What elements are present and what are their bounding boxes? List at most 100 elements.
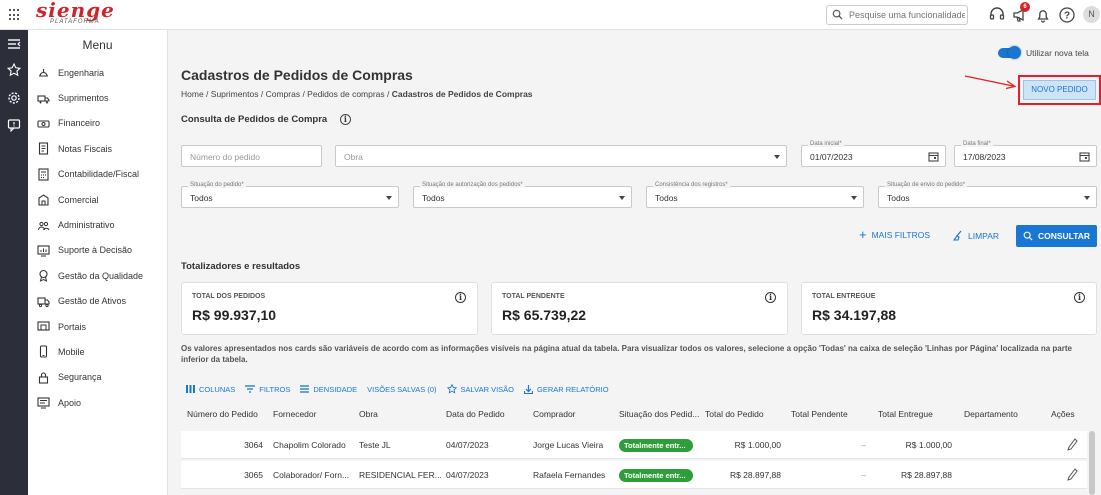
breadcrumb-suprimentos[interactable]: Suprimentos xyxy=(211,89,259,99)
menu-item-mobile[interactable]: Mobile xyxy=(28,339,167,364)
consulta-title: Consulta de Pedidos de Compra i xyxy=(181,114,351,125)
menu-item-gestao-da-qualidade[interactable]: Gestão da Qualidade xyxy=(28,263,167,288)
table-toolbar: COLUNAS FILTROS DENSIDADE VISÕES SALVAS … xyxy=(186,384,619,394)
info-icon[interactable]: i xyxy=(455,292,466,303)
col-total[interactable]: Total do Pedido xyxy=(705,409,764,419)
menu-item-apoio[interactable]: Apoio xyxy=(28,390,167,415)
table-row[interactable]: 3064 Chapolim Colorado Teste JL 04/07/20… xyxy=(181,431,1087,459)
apps-grid-icon[interactable] xyxy=(9,9,21,21)
col-obra[interactable]: Obra xyxy=(359,409,378,419)
bell-icon[interactable] xyxy=(1034,6,1052,24)
settings-icon[interactable] xyxy=(7,91,21,105)
gerar-relatorio-button[interactable]: GERAR RELATÓRIO xyxy=(524,384,609,394)
new-screen-toggle[interactable]: Utilizar nova tela xyxy=(998,46,1089,59)
col-pendente[interactable]: Total Pendente xyxy=(791,409,848,419)
menu-item-suprimentos[interactable]: Suprimentos xyxy=(28,85,167,110)
col-entregue[interactable]: Total Entregue xyxy=(878,409,933,419)
arrow-annotation-icon xyxy=(964,75,1017,90)
situacao-pedido-select[interactable]: Situação do pedido* Todos xyxy=(181,182,399,208)
autorizacao-value: Todos xyxy=(422,193,445,203)
col-comprador[interactable]: Comprador xyxy=(533,409,576,419)
card-value: R$ 65.739,22 xyxy=(502,307,587,323)
col-numero[interactable]: Número do Pedido xyxy=(187,409,258,419)
svg-text:?: ? xyxy=(1064,11,1070,22)
col-data[interactable]: Data do Pedido xyxy=(446,409,505,419)
cell-fornecedor: Chapolim Colorado xyxy=(273,440,346,450)
cell-total: R$ 28.897,88 xyxy=(729,470,781,480)
menu-item-label: Comercial xyxy=(58,194,99,205)
logo[interactable]: sienge PLATAFORMA xyxy=(36,0,115,25)
menu-collapse-icon[interactable] xyxy=(7,37,21,51)
menu-item-engenharia[interactable]: Engenharia xyxy=(28,60,167,85)
menu-item-label: Suporte à Decisão xyxy=(58,245,133,256)
autorizacao-select[interactable]: Situação de autorização dos pedidos* Tod… xyxy=(413,182,632,208)
breadcrumb-home[interactable]: Home xyxy=(181,89,204,99)
breadcrumb-pedidos[interactable]: Pedidos de compras xyxy=(307,89,385,99)
consultar-button[interactable]: CONSULTAR xyxy=(1016,225,1097,247)
numero-pedido-placeholder: Número do pedido xyxy=(190,152,260,162)
medal-icon xyxy=(39,270,48,283)
data-inicial-field[interactable]: Data inicial* 01/07/2023 xyxy=(801,141,946,167)
info-icon[interactable]: i xyxy=(339,114,351,125)
chevron-down-icon xyxy=(386,196,392,200)
menu-item-suporte-a-decisao[interactable]: Suporte à Decisão xyxy=(28,238,167,263)
novo-pedido-button[interactable]: NOVO PEDIDO xyxy=(1023,80,1096,100)
menu-item-seguranca[interactable]: Segurança xyxy=(28,365,167,390)
col-departamento[interactable]: Departamento xyxy=(964,409,1018,419)
status-badge: Totalmente entr... xyxy=(619,469,693,482)
densidade-button[interactable]: DENSIDADE xyxy=(300,384,357,394)
col-situacao[interactable]: Situação dos Pedid... xyxy=(619,409,699,419)
filtros-button[interactable]: FILTROS xyxy=(245,384,290,394)
menu-item-administrativo[interactable]: Administrativo xyxy=(28,212,167,237)
consistencia-select[interactable]: Consistência dos registros* Todos xyxy=(646,182,864,208)
menu-item-contabilidade-fiscal[interactable]: Contabilidade/Fiscal xyxy=(28,162,167,187)
headset-icon[interactable] xyxy=(988,6,1006,24)
menu-item-label: Financeiro xyxy=(58,118,101,129)
table-row[interactable]: 3065 Colaborador/ Forn... RESIDENCIAL FE… xyxy=(181,461,1087,489)
menu-item-notas-fiscais[interactable]: Notas Fiscais xyxy=(28,136,167,161)
breadcrumb-compras[interactable]: Compras xyxy=(266,89,300,99)
visoes-salvas-button[interactable]: VISÕES SALVAS (0) xyxy=(367,384,436,394)
mais-filtros-button[interactable]: + MAIS FILTROS xyxy=(859,228,930,241)
filter-icon xyxy=(245,385,256,393)
obra-placeholder: Obra xyxy=(344,152,363,162)
menu-item-label: Suprimentos xyxy=(58,93,109,104)
toggle-switch[interactable] xyxy=(998,46,1021,59)
salvar-visao-button[interactable]: SALVAR VISÃO xyxy=(446,384,515,394)
data-final-field[interactable]: Data final* 17/08/2023 xyxy=(954,141,1097,167)
densidade-label: DENSIDADE xyxy=(313,384,358,394)
search-input[interactable] xyxy=(849,8,965,22)
colunas-label: COLUNAS xyxy=(199,384,236,394)
envio-select[interactable]: Situação de envio do pedido* Todos xyxy=(878,182,1097,208)
edit-icon[interactable] xyxy=(1067,468,1078,481)
limpar-button[interactable]: LIMPAR xyxy=(952,230,999,241)
help-icon[interactable]: ? xyxy=(1058,6,1076,24)
mobile-icon xyxy=(39,345,48,359)
calendar-icon[interactable] xyxy=(928,151,939,162)
limpar-label: LIMPAR xyxy=(968,230,1000,241)
obra-select[interactable]: Obra xyxy=(335,145,787,167)
edit-icon[interactable] xyxy=(1067,438,1078,451)
avatar[interactable]: N xyxy=(1083,6,1100,23)
col-fornecedor[interactable]: Fornecedor xyxy=(273,409,316,419)
card-value: R$ 99.937,10 xyxy=(192,307,277,323)
calendar-icon[interactable] xyxy=(1079,151,1090,162)
menu-item-gestao-de-ativos[interactable]: Gestão de Ativos xyxy=(28,289,167,314)
info-icon[interactable]: i xyxy=(1074,292,1085,303)
menu-item-label: Segurança xyxy=(58,372,102,383)
salvar-label: SALVAR VISÃO xyxy=(460,384,515,394)
menu-item-financeiro[interactable]: Financeiro xyxy=(28,111,167,136)
menu-item-portais[interactable]: Portais xyxy=(28,314,167,339)
colunas-button[interactable]: COLUNAS xyxy=(186,384,235,394)
menu-item-comercial[interactable]: Comercial xyxy=(28,187,167,212)
search-icon xyxy=(1023,231,1033,241)
table-scrollbar[interactable] xyxy=(1089,431,1095,495)
numero-pedido-input[interactable]: Número do pedido xyxy=(181,145,322,167)
menu-title: Menu xyxy=(82,38,113,52)
cell-total: R$ 1.000,00 xyxy=(734,440,781,450)
filtros-label: FILTROS xyxy=(259,384,291,394)
search-box[interactable] xyxy=(826,5,968,25)
star-icon[interactable] xyxy=(7,63,21,77)
info-icon[interactable]: i xyxy=(765,292,776,303)
chat-icon[interactable] xyxy=(7,118,21,132)
